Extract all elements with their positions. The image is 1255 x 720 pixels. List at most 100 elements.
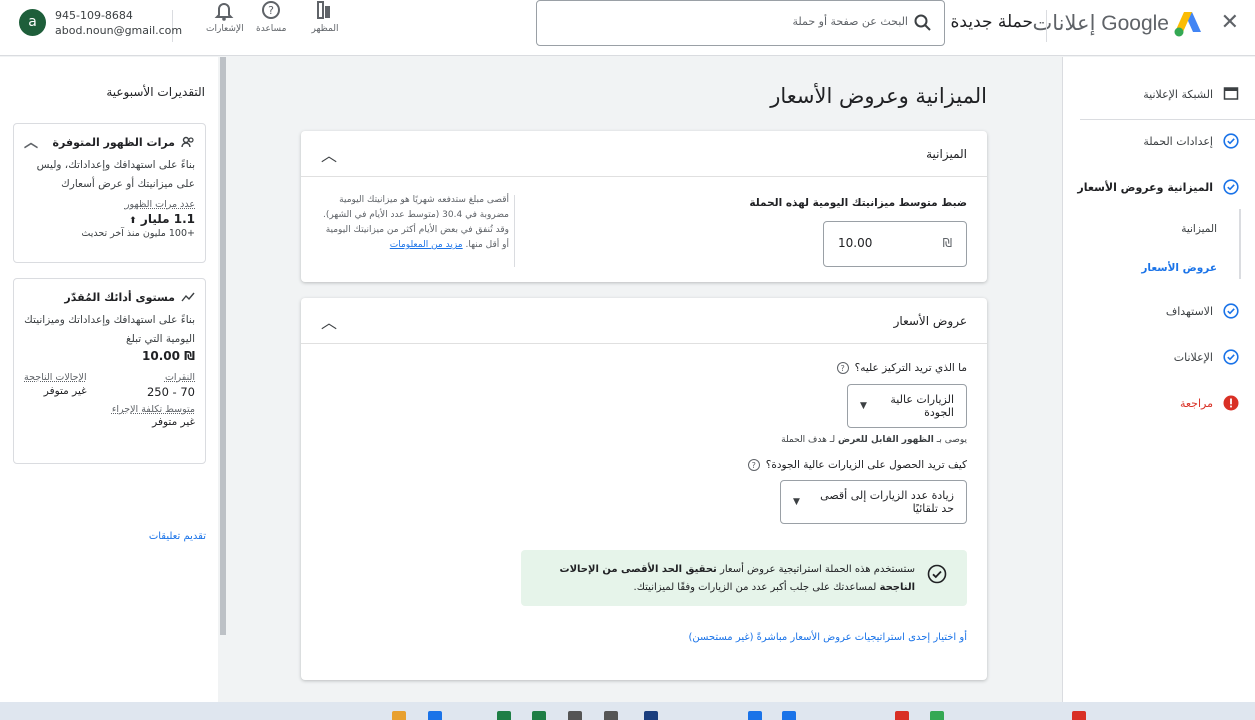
taskbar-app-icon[interactable] [930, 711, 944, 720]
focus-select-value: الزيارات عالية الجودة [890, 393, 954, 419]
avatar[interactable]: a [19, 9, 46, 36]
impressions-card-header[interactable]: مرات الظهور المتوفرة ︿ [24, 132, 195, 152]
taskbar-app-icon[interactable] [428, 711, 442, 720]
budget-panel: الميزانية ︿ ضبط متوسط ميزانيتك اليومية ل… [301, 131, 987, 282]
scrollbar-thumb[interactable] [220, 57, 226, 635]
taskbar-app-icon[interactable] [748, 711, 762, 720]
budget-label: ضبط متوسط ميزانيتك اليومية لهذه الحملة [749, 197, 967, 209]
google-ads-logo [1174, 12, 1201, 37]
nav-item-label: إعدادات الحملة [1143, 134, 1213, 148]
search-placeholder: البحث عن صفحة أو حملة [792, 15, 908, 28]
traffic-question-text: كيف تريد الحصول على الزيارات عالية الجود… [765, 459, 967, 471]
performance-card-title: مستوى أدائك المُقدّر [64, 290, 175, 304]
taskbar-app-icon[interactable] [392, 711, 406, 720]
traffic-select[interactable]: زيادة عدد الزيارات إلى أقصى حد تلقائيًا … [780, 480, 967, 524]
people-icon [181, 136, 194, 148]
help-icon[interactable]: ? [836, 362, 849, 374]
check-circle-icon [1223, 133, 1239, 149]
impressions-card-title: مرات الظهور المتوفرة [52, 135, 175, 149]
clicks-value: 70 - 250 [146, 385, 195, 399]
nav-sub-budget[interactable]: الميزانية [1181, 223, 1217, 235]
focus-select[interactable]: الزيارات عالية الجودة ▼ [847, 384, 967, 428]
appearance-button[interactable]: المظهر [310, 0, 340, 34]
impressions-card-desc: بناءً على استهدافك وإعداداتك، وليس على م… [36, 159, 195, 190]
nav-item-budget-bidding[interactable]: الميزانية وعروض الأسعار [1062, 172, 1255, 202]
learn-more-link[interactable]: مزيد من المعلومات [390, 240, 463, 250]
budget-panel-header[interactable]: الميزانية ︿ [301, 131, 987, 177]
nav-item-label: الاستهداف [1165, 304, 1213, 318]
appearance-label: المظهر [311, 24, 339, 34]
divider [1046, 10, 1047, 42]
bell-icon [214, 3, 234, 21]
traffic-question: كيف تريد الحصول على الزيارات عالية الجود… [747, 459, 967, 471]
nav-item-targeting[interactable]: الاستهداف [1062, 296, 1255, 326]
traffic-select-value: زيادة عدد الزيارات إلى أقصى حد تلقائيًا [820, 489, 954, 515]
search-box[interactable]: البحث عن صفحة أو حملة [536, 0, 945, 46]
budget-panel-title: الميزانية [926, 146, 967, 161]
performance-card: مستوى أدائك المُقدّر بناءً على استهدافك … [13, 278, 206, 464]
page-title: حملة جديدة [950, 12, 1033, 32]
check-circle-icon [1223, 179, 1239, 195]
currency-symbol: ₪ [942, 236, 952, 250]
account-email: abod.noun@gmail.com [55, 24, 183, 37]
nav-divider [1080, 119, 1255, 120]
taskbar-app-icon[interactable] [604, 711, 618, 720]
taskbar-app-icon[interactable] [895, 711, 909, 720]
estimates-panel: التقديرات الأسبوعية مرات الظهور المتوفرة… [0, 57, 219, 702]
impressions-metric-value: 1.1 مليار ⬆ [129, 212, 195, 226]
impressions-metric-note: +100 مليون منذ آخر تحديث [81, 228, 195, 239]
taskbar-app-icon[interactable] [497, 711, 511, 720]
nav-item-label: الميزانية وعروض الأسعار [1077, 180, 1213, 194]
nav-item-label: الإعلانات [1173, 350, 1213, 364]
focus-question-text: ما الذي تريد التركيز عليه؟ [854, 362, 967, 374]
nav-sub-bidding[interactable]: عروض الأسعار [1141, 262, 1217, 274]
check-circle-icon [1223, 303, 1239, 319]
conversions-label: الإحالات الناجحة [24, 372, 87, 383]
estimates-title: التقديرات الأسبوعية [106, 85, 205, 99]
nav-item-review[interactable]: مراجعة [1062, 388, 1255, 418]
budget-input[interactable]: ₪ 10.00 [823, 221, 967, 267]
taskbar-app-icon[interactable] [1072, 711, 1086, 720]
brand-name: إعلانات Google [1032, 12, 1169, 35]
choose-strategy-link[interactable]: أو اختيار إحدى استراتيجيات عروض الأسعار … [688, 632, 967, 643]
feedback-link[interactable]: تقديم تعليقات [149, 531, 206, 542]
chevron-up-icon[interactable]: ︿ [321, 309, 337, 333]
taskbar-app-icon[interactable] [532, 711, 546, 720]
svg-text:?: ? [268, 4, 274, 17]
trending-icon [181, 292, 195, 302]
conversions-value: غير متوفر [43, 385, 87, 397]
nav-item-campaign-settings[interactable]: إعدادات الحملة [1062, 126, 1255, 156]
account-info[interactable]: 945-109-8684 abod.noun@gmail.com [55, 8, 182, 38]
taskbar-app-icon[interactable] [782, 711, 796, 720]
left-scrollbar[interactable] [218, 57, 228, 702]
nav-item-ads[interactable]: الإعلانات [1062, 342, 1255, 372]
recommendation-text: يوصى بـ الظهور القابل للعرض لـ هدف الحمل… [781, 435, 967, 445]
metrics-row: النقرات 70 - 250 الإحالات الناجحة غير مت… [24, 367, 195, 399]
nav-item-label: الشبكة الإعلانية [1143, 87, 1213, 101]
taskbar-app-icon[interactable] [644, 711, 658, 720]
chevron-up-icon[interactable]: ︿ [24, 132, 38, 152]
close-icon[interactable]: ✕ [1221, 10, 1239, 35]
check-circle-icon [927, 564, 947, 584]
appearance-icon [317, 1, 330, 19]
strategy-info-text: ستستخدم هذه الحملة استراتيجية عروض أسعار… [559, 564, 915, 593]
nav-item-display-network[interactable]: الشبكة الإعلانية [1062, 79, 1255, 109]
impressions-card: مرات الظهور المتوفرة ︿ بناءً على استهداف… [13, 123, 206, 263]
bidding-panel-header[interactable]: عروض الأسعار ︿ [301, 298, 987, 344]
taskbar-app-icon[interactable] [568, 711, 582, 720]
taskbar [0, 702, 1255, 720]
strategy-info-box: ستستخدم هذه الحملة استراتيجية عروض أسعار… [521, 550, 967, 606]
chevron-up-icon[interactable]: ︿ [321, 142, 337, 166]
help-button[interactable]: ? مساعدة [256, 0, 286, 34]
nav-item-label: مراجعة [1179, 396, 1213, 410]
error-icon [1223, 395, 1239, 411]
cpa-value: غير متوفر [152, 416, 195, 428]
budget-divider [514, 195, 515, 267]
impressions-metric-label: عدد مرات الظهور [124, 199, 195, 210]
bidding-panel: عروض الأسعار ︿ ما الذي تريد التركيز عليه… [301, 298, 987, 680]
clicks-label: النقرات [164, 372, 195, 383]
performance-budget: ₪ 10.00 [142, 349, 195, 363]
display-network-icon [1223, 87, 1239, 100]
help-icon[interactable]: ? [747, 459, 760, 471]
notifications-button[interactable]: الإشعارات [206, 0, 244, 34]
